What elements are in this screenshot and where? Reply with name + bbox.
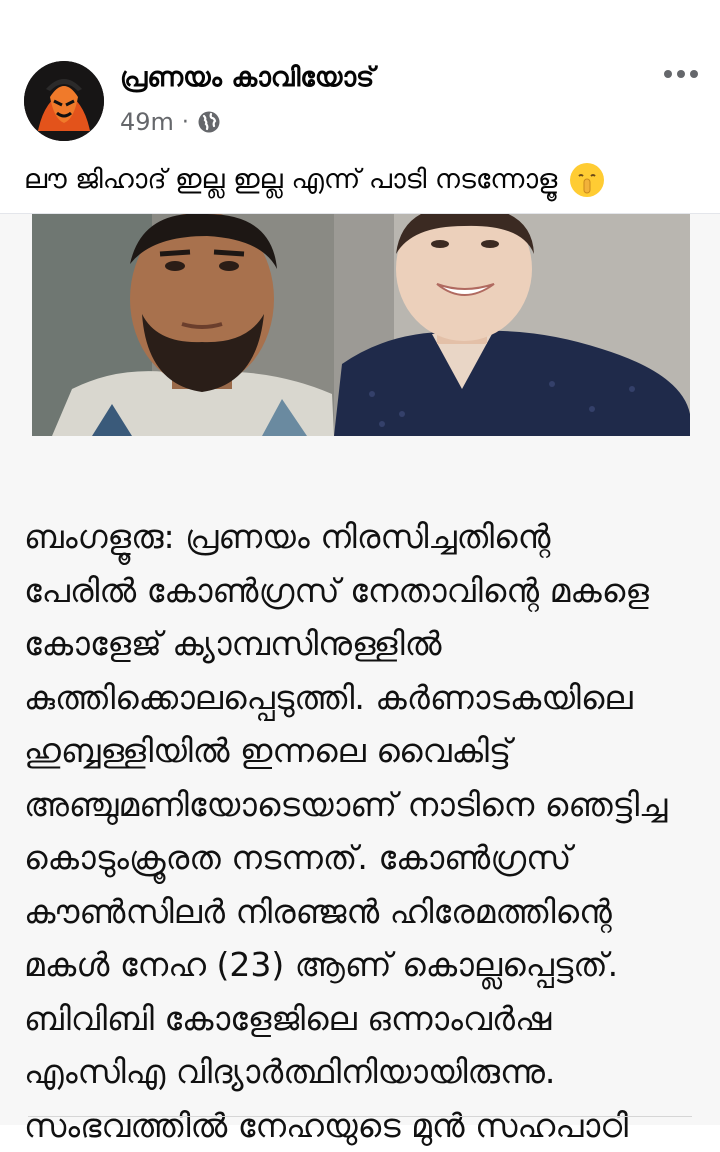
article-line: ഹുബ്ബള്ളിയിൽ ഇന്നലെ വൈകിട്ട് (24, 724, 704, 778)
image-bottom-edge (28, 1116, 692, 1117)
shared-image[interactable]: ബംഗളൂരു: പ്രണയം നിരസിച്ചതിന്റെ പേരിൽ കോൺ… (0, 214, 720, 1125)
article-line: കുത്തിക്കൊലപ്പെടുത്തി. കർണാടകയിലെ (24, 671, 704, 725)
article-line: മകൾ നേഹ (23) ആണ് കൊല്ലപ്പെട്ടത്. (24, 938, 704, 992)
more-options-icon[interactable] (664, 62, 698, 86)
post-time[interactable]: 49m (120, 108, 174, 136)
article-line: ബിവിബി കോളേജിലെ ഒന്നാംവർഷ (24, 992, 704, 1046)
article-line: എംസിഎ വിദ്യാർത്ഥിനിയായിരുന്നു. (24, 1045, 704, 1099)
author-avatar[interactable] (24, 61, 104, 141)
author-name[interactable]: പ്രണയം കാവിയോട് (120, 62, 374, 94)
article-line: ബംഗളൂരു: പ്രണയം നിരസിച്ചതിന്റെ (24, 510, 704, 564)
article-line: സംഭവത്തിൽ നേഹയുടെ മുൻ സഹപാഠി (24, 1099, 704, 1152)
article-line: കോളേജ് ക്യാമ്പസിനുള്ളിൽ (24, 617, 704, 671)
article-line: പേരിൽ കോൺഗ്രസ് നേതാവിന്റെ മകളെ (24, 564, 704, 618)
shushing-face-icon (569, 162, 605, 198)
post-caption: ലൗ ജിഹാദ് ഇല്ല ഇല്ല എന്ന് പാടി നടന്നോളൂ (24, 158, 700, 202)
post-meta: 49m · (120, 106, 221, 138)
news-photo (32, 214, 690, 436)
article-line: അഞ്ചുമണിയോടെയാണ് നാടിനെ ഞെട്ടിച്ച (24, 778, 704, 832)
article-line: കൊടുംക്രൂരത നടന്നത്. കോൺഗ്രസ് (24, 831, 704, 885)
caption-text: ലൗ ജിഹാദ് ഇല്ല ഇല്ല എന്ന് പാടി നടന്നോളൂ (24, 164, 557, 196)
globe-icon[interactable] (197, 110, 221, 134)
dot (677, 70, 685, 78)
meta-separator: · (182, 110, 189, 135)
article-text: ബംഗളൂരു: പ്രണയം നിരസിച്ചതിന്റെ പേരിൽ കോൺ… (24, 510, 704, 1152)
avatar-image (24, 61, 104, 141)
article-line: കൗൺസിലർ നിരഞ്ജൻ ഹിരേമത്തിന്റെ (24, 885, 704, 939)
dot (664, 70, 672, 78)
dot (690, 70, 698, 78)
facebook-post: പ്രണയം കാവിയോട് 49m · ലൗ ജിഹാദ് ഇല്ല ഇല്… (0, 0, 720, 1125)
